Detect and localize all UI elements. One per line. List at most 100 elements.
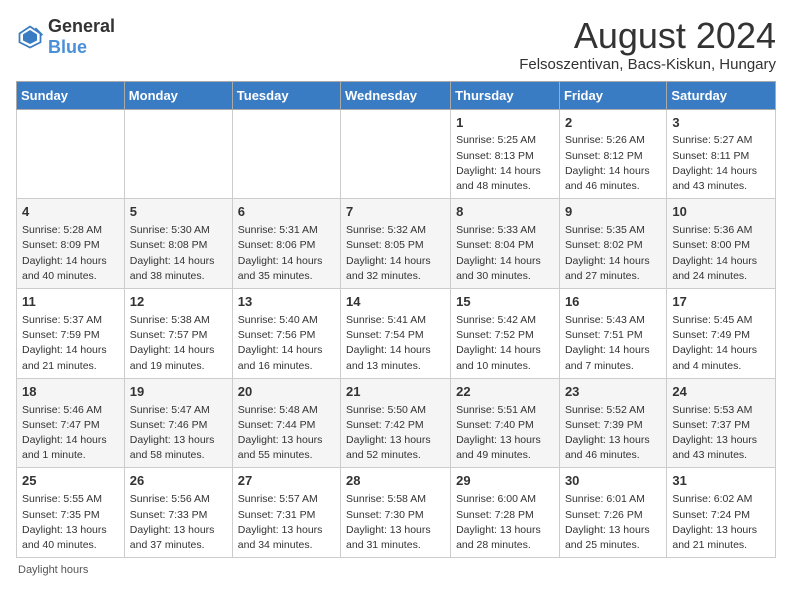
day-info: Sunrise: 5:26 AM Sunset: 8:12 PM Dayligh…: [565, 134, 650, 192]
day-info: Sunrise: 6:01 AM Sunset: 7:26 PM Dayligh…: [565, 493, 650, 551]
day-info: Sunrise: 5:45 AM Sunset: 7:49 PM Dayligh…: [672, 314, 757, 372]
day-number: 4: [22, 203, 119, 222]
day-info: Sunrise: 5:38 AM Sunset: 7:57 PM Dayligh…: [130, 314, 215, 372]
day-number: 25: [22, 472, 119, 491]
day-number: 6: [238, 203, 335, 222]
calendar-cell: 11 Sunrise: 5:37 AM Sunset: 7:59 PM Dayli…: [17, 289, 125, 379]
day-number: 16: [565, 293, 661, 312]
day-number: 1: [456, 114, 554, 133]
calendar-cell: 24 Sunrise: 5:53 AM Sunset: 7:37 PM Dayli…: [667, 378, 776, 468]
day-info: Sunrise: 5:56 AM Sunset: 7:33 PM Dayligh…: [130, 493, 215, 551]
day-info: Sunrise: 5:40 AM Sunset: 7:56 PM Dayligh…: [238, 314, 323, 372]
calendar-cell: 17 Sunrise: 5:45 AM Sunset: 7:49 PM Dayli…: [667, 289, 776, 379]
day-number: 23: [565, 383, 661, 402]
day-info: Sunrise: 5:42 AM Sunset: 7:52 PM Dayligh…: [456, 314, 541, 372]
day-info: Sunrise: 5:43 AM Sunset: 7:51 PM Dayligh…: [565, 314, 650, 372]
day-info: Sunrise: 5:47 AM Sunset: 7:46 PM Dayligh…: [130, 404, 215, 462]
day-header: Friday: [559, 81, 666, 109]
day-info: Sunrise: 5:41 AM Sunset: 7:54 PM Dayligh…: [346, 314, 431, 372]
day-number: 26: [130, 472, 227, 491]
day-info: Sunrise: 5:37 AM Sunset: 7:59 PM Dayligh…: [22, 314, 107, 372]
logo: General Blue: [16, 16, 115, 58]
day-info: Sunrise: 6:00 AM Sunset: 7:28 PM Dayligh…: [456, 493, 541, 551]
day-info: Sunrise: 5:31 AM Sunset: 8:06 PM Dayligh…: [238, 224, 323, 282]
calendar-cell: 26 Sunrise: 5:56 AM Sunset: 7:33 PM Dayli…: [124, 468, 232, 558]
calendar-cell: 14 Sunrise: 5:41 AM Sunset: 7:54 PM Dayli…: [341, 289, 451, 379]
calendar-cell: [341, 109, 451, 199]
day-number: 8: [456, 203, 554, 222]
calendar-cell: 6 Sunrise: 5:31 AM Sunset: 8:06 PM Daylig…: [232, 199, 340, 289]
calendar-cell: 1Sunrise: 5:25 AM Sunset: 8:13 PM Daylig…: [451, 109, 560, 199]
day-info: Sunrise: 5:28 AM Sunset: 8:09 PM Dayligh…: [22, 224, 107, 282]
day-number: 20: [238, 383, 335, 402]
calendar-cell: [17, 109, 125, 199]
day-info: Sunrise: 5:25 AM Sunset: 8:13 PM Dayligh…: [456, 134, 541, 192]
day-info: Sunrise: 5:36 AM Sunset: 8:00 PM Dayligh…: [672, 224, 757, 282]
calendar-cell: 7Sunrise: 5:32 AM Sunset: 8:05 PM Daylig…: [341, 199, 451, 289]
day-number: 11: [22, 293, 119, 312]
page-header: General Blue August 2024 Felsoszentivan,…: [16, 16, 776, 73]
day-info: Sunrise: 5:46 AM Sunset: 7:47 PM Dayligh…: [22, 404, 107, 462]
calendar-cell: 30Sunrise: 6:01 AM Sunset: 7:26 PM Dayli…: [559, 468, 666, 558]
day-number: 28: [346, 472, 445, 491]
calendar-cell: 3Sunrise: 5:27 AM Sunset: 8:11 PM Daylig…: [667, 109, 776, 199]
day-info: Sunrise: 5:58 AM Sunset: 7:30 PM Dayligh…: [346, 493, 431, 551]
calendar-cell: [124, 109, 232, 199]
day-info: Sunrise: 5:55 AM Sunset: 7:35 PM Dayligh…: [22, 493, 107, 551]
day-number: 2: [565, 114, 661, 133]
calendar-cell: [232, 109, 340, 199]
day-number: 7: [346, 203, 445, 222]
calendar-cell: 22 Sunrise: 5:51 AM Sunset: 7:40 PM Dayli…: [451, 378, 560, 468]
calendar-cell: 13 Sunrise: 5:40 AM Sunset: 7:56 PM Dayli…: [232, 289, 340, 379]
calendar-cell: 27 Sunrise: 5:57 AM Sunset: 7:31 PM Dayli…: [232, 468, 340, 558]
location-title: Felsoszentivan, Bacs-Kiskun, Hungary: [519, 56, 776, 73]
day-number: 24: [672, 383, 770, 402]
calendar-cell: 2Sunrise: 5:26 AM Sunset: 8:12 PM Daylig…: [559, 109, 666, 199]
calendar-cell: 19 Sunrise: 5:47 AM Sunset: 7:46 PM Dayli…: [124, 378, 232, 468]
day-number: 13: [238, 293, 335, 312]
calendar-cell: 29 Sunrise: 6:00 AM Sunset: 7:28 PM Dayli…: [451, 468, 560, 558]
day-info: Sunrise: 5:50 AM Sunset: 7:42 PM Dayligh…: [346, 404, 431, 462]
calendar-cell: 18 Sunrise: 5:46 AM Sunset: 7:47 PM Dayli…: [17, 378, 125, 468]
day-info: Sunrise: 5:33 AM Sunset: 8:04 PM Dayligh…: [456, 224, 541, 282]
day-header: Tuesday: [232, 81, 340, 109]
day-number: 29: [456, 472, 554, 491]
logo-general: General: [48, 16, 115, 36]
day-number: 5: [130, 203, 227, 222]
day-info: Sunrise: 5:57 AM Sunset: 7:31 PM Dayligh…: [238, 493, 323, 551]
day-number: 22: [456, 383, 554, 402]
day-info: Sunrise: 5:27 AM Sunset: 8:11 PM Dayligh…: [672, 134, 757, 192]
day-number: 3: [672, 114, 770, 133]
calendar-cell: 20 Sunrise: 5:48 AM Sunset: 7:44 PM Dayli…: [232, 378, 340, 468]
day-number: 27: [238, 472, 335, 491]
day-info: Sunrise: 6:02 AM Sunset: 7:24 PM Dayligh…: [672, 493, 757, 551]
calendar-cell: 9Sunrise: 5:35 AM Sunset: 8:02 PM Daylig…: [559, 199, 666, 289]
day-number: 14: [346, 293, 445, 312]
footer-note: Daylight hours: [16, 564, 776, 576]
calendar-cell: 21 Sunrise: 5:50 AM Sunset: 7:42 PM Dayli…: [341, 378, 451, 468]
day-header: Saturday: [667, 81, 776, 109]
day-number: 31: [672, 472, 770, 491]
day-info: Sunrise: 5:48 AM Sunset: 7:44 PM Dayligh…: [238, 404, 323, 462]
day-number: 18: [22, 383, 119, 402]
day-number: 19: [130, 383, 227, 402]
day-info: Sunrise: 5:51 AM Sunset: 7:40 PM Dayligh…: [456, 404, 541, 462]
day-info: Sunrise: 5:35 AM Sunset: 8:02 PM Dayligh…: [565, 224, 650, 282]
day-number: 17: [672, 293, 770, 312]
calendar-cell: 15Sunrise: 5:42 AM Sunset: 7:52 PM Dayli…: [451, 289, 560, 379]
calendar-cell: 4 Sunrise: 5:28 AM Sunset: 8:09 PM Daylig…: [17, 199, 125, 289]
calendar-cell: 31 Sunrise: 6:02 AM Sunset: 7:24 PM Dayli…: [667, 468, 776, 558]
day-header: Wednesday: [341, 81, 451, 109]
calendar-cell: 12Sunrise: 5:38 AM Sunset: 7:57 PM Dayli…: [124, 289, 232, 379]
day-info: Sunrise: 5:53 AM Sunset: 7:37 PM Dayligh…: [672, 404, 757, 462]
month-title: August 2024: [519, 16, 776, 56]
calendar-cell: 10Sunrise: 5:36 AM Sunset: 8:00 PM Dayli…: [667, 199, 776, 289]
day-info: Sunrise: 5:30 AM Sunset: 8:08 PM Dayligh…: [130, 224, 215, 282]
calendar-cell: 16 Sunrise: 5:43 AM Sunset: 7:51 PM Dayli…: [559, 289, 666, 379]
day-header: Sunday: [17, 81, 125, 109]
day-header: Monday: [124, 81, 232, 109]
calendar-cell: 25 Sunrise: 5:55 AM Sunset: 7:35 PM Dayli…: [17, 468, 125, 558]
calendar-table: SundayMondayTuesdayWednesdayThursdayFrid…: [16, 81, 776, 559]
day-number: 21: [346, 383, 445, 402]
logo-blue: Blue: [48, 37, 87, 57]
